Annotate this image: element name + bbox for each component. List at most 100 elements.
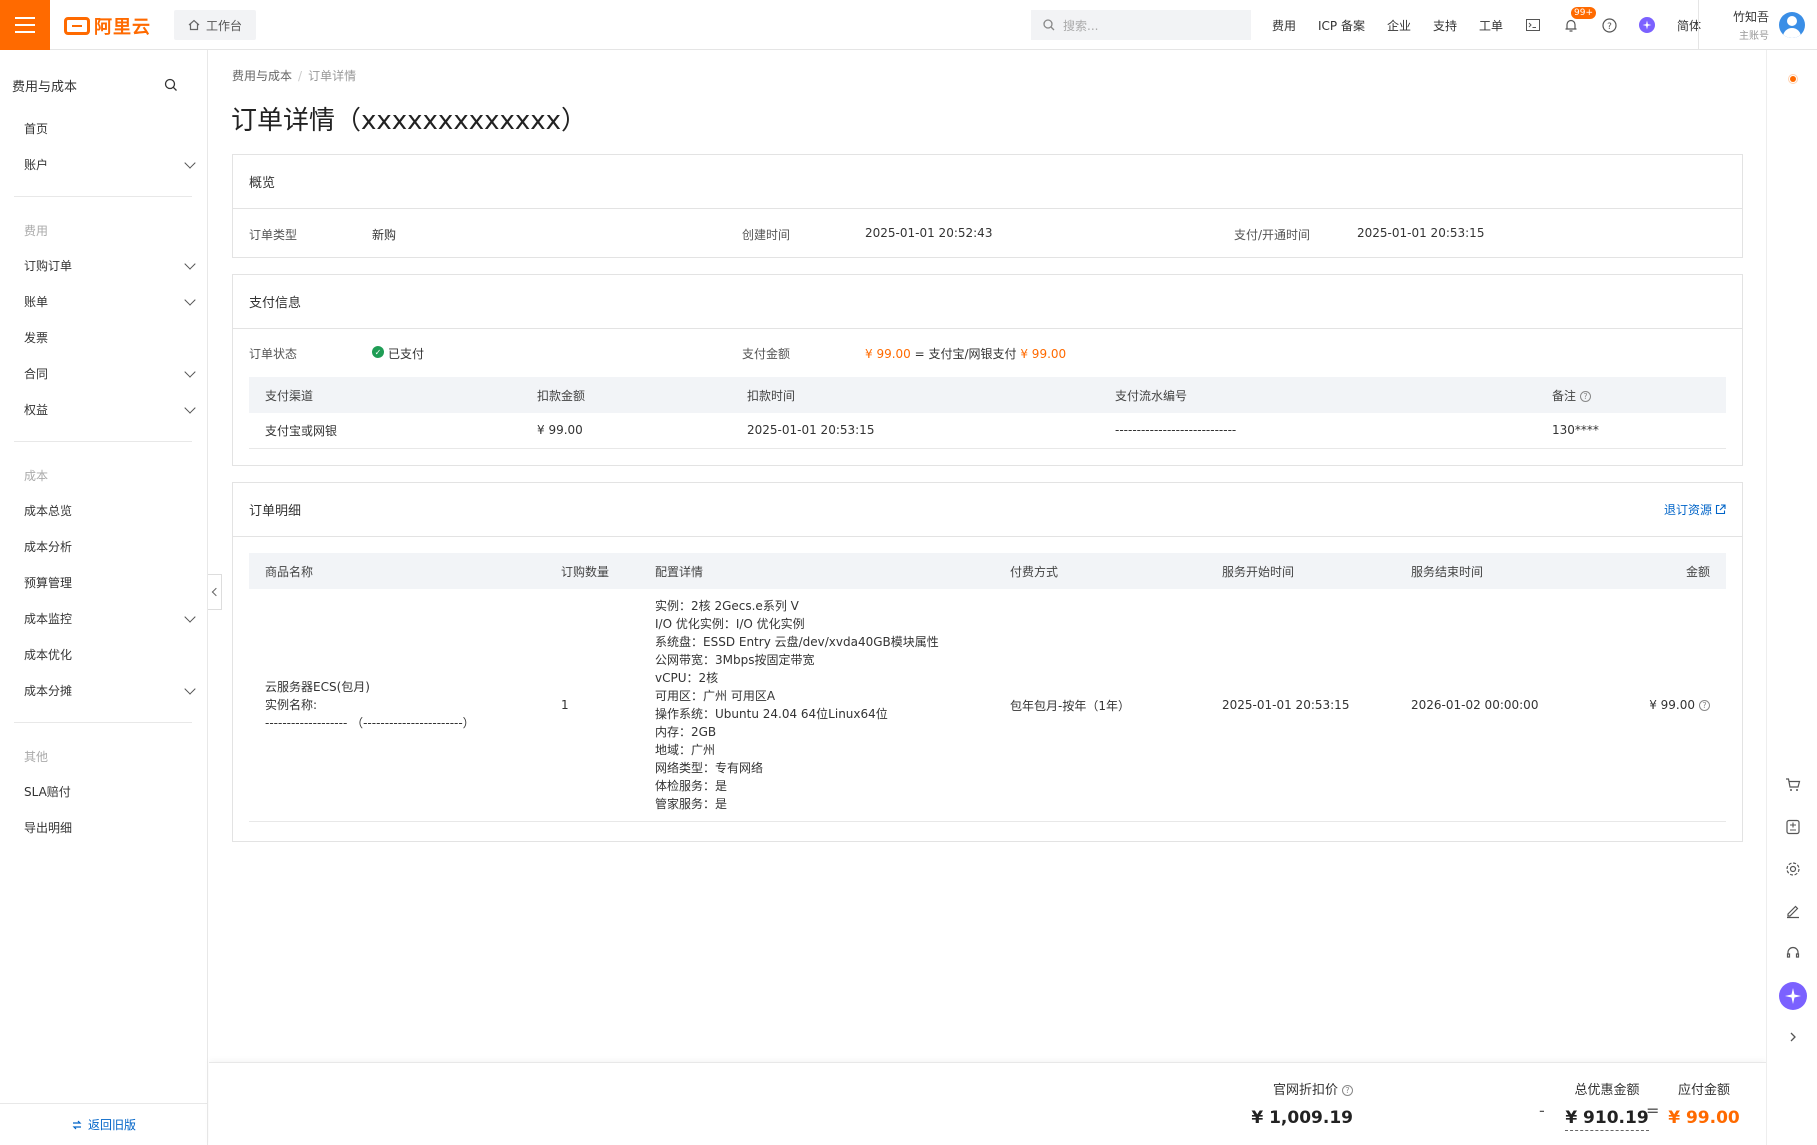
help-icon[interactable]: ?: [1601, 17, 1617, 33]
calculator-icon[interactable]: [1784, 818, 1802, 836]
help-icon[interactable]: ?: [1699, 700, 1710, 711]
details-title: 订单明细: [249, 504, 302, 519]
breadcrumb-parent[interactable]: 费用与成本: [232, 69, 292, 83]
sidebar-item-cost-analysis[interactable]: 成本分析: [24, 538, 198, 555]
sidebar-item-label: 成本总览: [24, 504, 73, 518]
discount-block: 总优惠金额 ¥ 910.19: [1557, 1079, 1657, 1131]
payment-title: 支付信息: [249, 296, 302, 311]
payment-card: 支付信息 订单状态 ✓ 已支付 支付金额 ¥ 99.00 = 支付宝/网银支付 ¥…: [232, 274, 1743, 466]
sidebar-item-budget[interactable]: 预算管理: [24, 574, 198, 591]
chevron-down-icon: [184, 401, 196, 414]
sidebar-item-cost-optimize[interactable]: 成本优化: [24, 646, 198, 663]
paid-time-label: 支付/开通时间: [1234, 228, 1311, 242]
help-icon[interactable]: ?: [1580, 390, 1592, 402]
right-rail: [1766, 50, 1817, 1145]
sidebar-item-cost-monitor[interactable]: 成本监控: [24, 610, 198, 627]
external-link-icon: [1715, 504, 1726, 515]
headset-icon[interactable]: [1784, 944, 1802, 962]
order-details-card: 订单明细 退订资源 商品名称 订购数量 配置详情 付费方式 服务开始时间 服务结…: [232, 482, 1743, 842]
search-input[interactable]: 搜索...: [1031, 10, 1251, 40]
sidebar-item-orders[interactable]: 订购订单: [24, 257, 198, 274]
nav-icp[interactable]: ICP 备案: [1318, 17, 1365, 34]
svg-text:?: ?: [1607, 22, 1612, 32]
table-header-row: 支付渠道 扣款金额 扣款时间 支付流水编号 备注?: [249, 377, 1726, 413]
avatar[interactable]: [1779, 12, 1806, 38]
notification-badge: 99+: [1571, 7, 1597, 19]
terminal-icon[interactable]: [1525, 17, 1541, 33]
ai-assistant-icon[interactable]: [1639, 17, 1656, 33]
sidebar-item-benefits[interactable]: 权益: [24, 401, 198, 418]
cart-icon[interactable]: [1784, 776, 1802, 794]
column-header: 服务开始时间: [1222, 564, 1295, 579]
created-time-field: 创建时间 2025-01-01 20:52:43: [742, 226, 992, 243]
list-price-label: 官网折扣价: [1272, 1083, 1338, 1098]
config-line: vCPU：2核: [655, 671, 719, 685]
paid-time-field: 支付/开通时间 2025-01-01 20:53:15: [1234, 226, 1484, 243]
sidebar-item-label: 发票: [24, 331, 49, 345]
column-header: 支付流水编号: [1115, 388, 1188, 403]
aliyun-logo[interactable]: 阿里云: [64, 13, 151, 39]
payment-method-text: = 支付宝/网银支付: [910, 347, 1021, 361]
payable-value: ¥ 99.00: [1668, 1108, 1740, 1128]
column-header: 扣款时间: [747, 388, 796, 403]
order-type-label: 订单类型: [249, 228, 298, 242]
table-cell: ¥ 99.00: [521, 413, 731, 449]
nav-ticket[interactable]: 工单: [1479, 17, 1503, 34]
chevron-down-icon: [184, 365, 196, 378]
home-icon: [188, 19, 200, 31]
sidebar-item-account[interactable]: 账户: [24, 156, 198, 173]
payment-method-amount: ¥ 99.00: [1020, 347, 1067, 361]
config-line: 网络类型：专有网络: [655, 761, 764, 775]
nav-fee[interactable]: 费用: [1272, 17, 1296, 34]
search-placeholder: 搜索...: [1063, 18, 1099, 33]
workbench-button[interactable]: 工作台: [174, 10, 257, 40]
payment-amount-label: 支付金额: [742, 347, 791, 361]
user-menu[interactable]: 竹知吾 主账号: [1698, 0, 1817, 50]
column-header: 服务结束时间: [1411, 564, 1484, 579]
main-content: 费用与成本 / 订单详情 订单详情（xxxxxxxxxxxxx） 概览 订单类型 新购…: [209, 50, 1766, 1062]
config-cell: 实例：2核 2Gecs.e系列 V I/O 优化实例：I/O 优化实例 系统盘：…: [639, 589, 994, 822]
gear-icon[interactable]: [1784, 860, 1802, 878]
quantity-cell: 1: [545, 589, 639, 822]
workbench-label: 工作台: [206, 18, 243, 33]
logo-text: 阿里云: [94, 17, 151, 38]
sidebar-item-label: 成本分摊: [24, 684, 73, 698]
sidebar-item-home[interactable]: 首页: [24, 120, 198, 137]
product-name-cell: 云服务器ECS(包月) 实例名称: ------------------- （-…: [249, 589, 545, 822]
sidebar-item-sla[interactable]: SLA赔付: [24, 783, 198, 800]
sidebar-divider: [14, 196, 192, 197]
ai-assistant-icon[interactable]: [1779, 982, 1807, 1010]
payment-table: 支付渠道 扣款金额 扣款时间 支付流水编号 备注? 支付宝或网银 ¥ 99.00…: [249, 377, 1726, 449]
sidebar-item-label: SLA赔付: [24, 785, 71, 799]
edit-icon[interactable]: [1784, 902, 1802, 920]
sidebar-search-icon[interactable]: [164, 78, 178, 92]
amount-cell: ¥ 99.00?: [1595, 589, 1726, 822]
sidebar-item-bills[interactable]: 账单: [24, 293, 198, 310]
discount-value[interactable]: ¥ 910.19: [1565, 1108, 1649, 1131]
config-line: 体检服务：是: [655, 779, 728, 793]
start-time-cell: 2025-01-01 20:53:15: [1206, 589, 1395, 822]
order-status-value: 已支付: [388, 347, 425, 361]
hamburger-menu-icon[interactable]: [0, 0, 50, 50]
sidebar-item-label: 权益: [24, 403, 49, 417]
sidebar-item-contract[interactable]: 合同: [24, 365, 198, 382]
sidebar-item-cost-overview[interactable]: 成本总览: [24, 502, 198, 519]
nav-enterprise[interactable]: 企业: [1387, 17, 1411, 34]
help-icon[interactable]: ?: [1342, 1085, 1353, 1096]
bell-icon[interactable]: 99+: [1563, 7, 1597, 33]
activity-dot-icon[interactable]: [1784, 70, 1802, 88]
sidebar-item-invoice[interactable]: 发票: [24, 329, 198, 346]
sidebar-item-export[interactable]: 导出明细: [24, 819, 198, 836]
column-header: 扣款金额: [537, 388, 586, 403]
chevron-right-icon[interactable]: [1784, 1028, 1802, 1046]
nav-support[interactable]: 支持: [1433, 17, 1457, 34]
sidebar-title: 费用与成本: [12, 80, 78, 95]
refund-resource-link[interactable]: 退订资源: [1664, 501, 1726, 518]
back-to-old-version-link[interactable]: 返回旧版: [0, 1103, 208, 1145]
price-summary-bar: 官网折扣价? ¥ 1,009.19 - 总优惠金额 ¥ 910.19 = 应付金…: [209, 1062, 1766, 1145]
chevron-down-icon: [184, 257, 196, 270]
sidebar-group-fee: 费用: [24, 224, 49, 238]
sidebar-item-label: 账户: [24, 158, 49, 172]
sidebar-item-label: 订购订单: [24, 259, 73, 273]
sidebar-item-cost-allocation[interactable]: 成本分摊: [24, 682, 198, 699]
